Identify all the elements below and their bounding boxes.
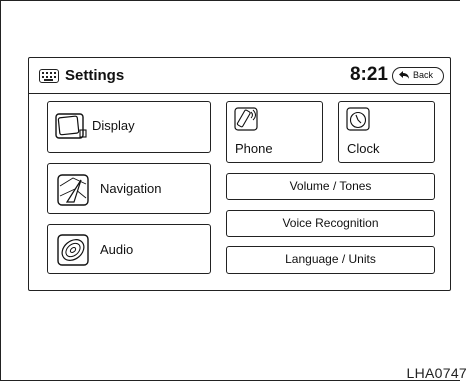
header-bar: Settings 8:21 Back: [29, 58, 450, 94]
language-units-button[interactable]: Language / Units: [226, 246, 435, 274]
language-units-label: Language / Units: [285, 252, 376, 266]
phone-label: Phone: [235, 141, 273, 156]
navigation-button[interactable]: Navigation: [47, 163, 211, 214]
phone-button[interactable]: Phone: [226, 101, 323, 163]
back-button[interactable]: Back: [392, 67, 444, 85]
figure-code: LHA0747: [406, 365, 467, 381]
navigation-icon: [57, 174, 89, 206]
clock-readout: 8:21: [349, 64, 388, 85]
settings-screen: Settings 8:21 Back Display Navigation Au…: [28, 57, 451, 291]
audio-speaker-icon: [57, 234, 89, 266]
phone-icon: [234, 107, 258, 131]
display-icon: [55, 113, 87, 139]
back-arrow-icon: [399, 71, 409, 79]
voice-recognition-button[interactable]: Voice Recognition: [226, 210, 435, 237]
clock-label: Clock: [347, 141, 380, 156]
navigation-label: Navigation: [100, 181, 162, 196]
display-button[interactable]: Display: [47, 101, 211, 153]
volume-tones-label: Volume / Tones: [289, 179, 372, 193]
clock-icon: [346, 107, 370, 131]
voice-recognition-label: Voice Recognition: [282, 216, 379, 230]
back-label: Back: [413, 70, 434, 80]
page-title: Settings: [65, 67, 125, 84]
display-label: Display: [92, 118, 135, 133]
audio-label: Audio: [100, 242, 134, 257]
clock-button[interactable]: Clock: [338, 101, 435, 163]
keyboard-icon[interactable]: [39, 69, 59, 83]
audio-button[interactable]: Audio: [47, 224, 211, 274]
volume-tones-button[interactable]: Volume / Tones: [226, 173, 435, 200]
